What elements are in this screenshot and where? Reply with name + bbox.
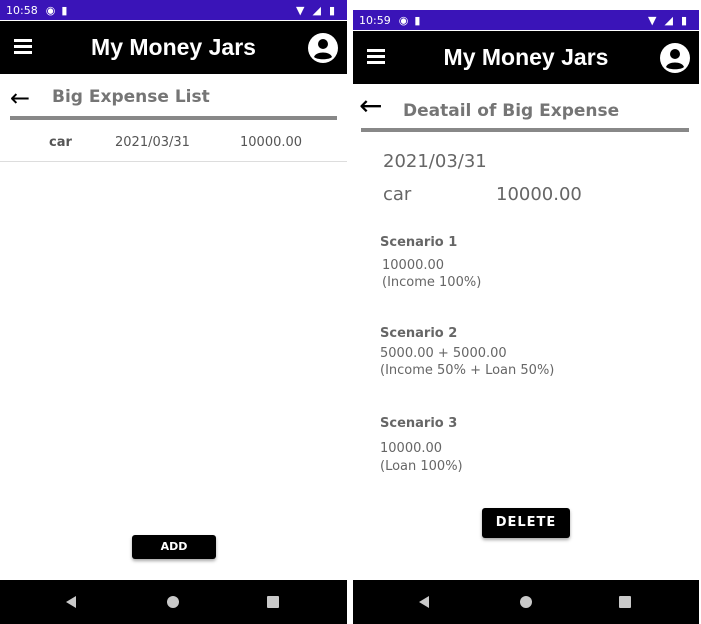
square-recents-icon[interactable]: [267, 596, 279, 608]
header-divider: [361, 128, 689, 132]
detail-date: 2021/03/31: [383, 151, 487, 172]
sd-card-icon: ▮: [414, 13, 421, 27]
expense-amount: 10000.00: [240, 135, 303, 150]
scenario-3-amount: 10000.00: [380, 441, 443, 456]
status-bar: 10:58 ◉ ▮ ▼ ◢ ▮: [0, 0, 347, 20]
navigation-bar: [0, 580, 347, 624]
app-title: My Money Jars: [91, 34, 256, 60]
list-item[interactable]: car 2021/03/31 10000.00: [0, 122, 347, 162]
status-bar: 10:59 ◉ ▮ ▼ ◢ ▮: [353, 10, 699, 30]
wifi-icon: ▼: [648, 13, 657, 27]
scenario-1-breakdown: (Income 100%): [382, 275, 482, 290]
scenario-3-title: Scenario 3: [380, 416, 458, 431]
expense-name: car: [49, 135, 72, 150]
status-indicators: ▼ ◢ ▮: [296, 5, 341, 16]
add-button[interactable]: ADD: [132, 535, 216, 559]
account-circle-icon[interactable]: [307, 32, 339, 64]
status-time: 10:58: [6, 3, 38, 17]
app-bar: My Money Jars: [0, 21, 347, 74]
app-title: My Money Jars: [443, 44, 609, 70]
sd-card-icon: ▮: [61, 3, 68, 17]
arrow-left-icon[interactable]: ←: [10, 86, 30, 110]
triangle-back-icon[interactable]: [66, 596, 76, 608]
scenario-2-amount: 5000.00 + 5000.00: [380, 346, 507, 361]
status-time: 10:59: [359, 13, 391, 27]
delete-button[interactable]: DELETE: [482, 508, 570, 538]
arrow-left-icon[interactable]: ←: [359, 92, 382, 120]
battery-icon: ▮: [680, 13, 687, 27]
page-title: Deatail of Big Expense: [403, 101, 620, 121]
scenario-3-breakdown: (Loan 100%): [380, 459, 463, 474]
detail-amount: 10000.00: [496, 184, 582, 205]
signal-icon: ◢: [312, 3, 321, 17]
big-expense-detail-screen: 10:59 ◉ ▮ ▼ ◢ ▮ My Money Jars ← Deatail …: [353, 10, 699, 624]
header-divider: [10, 116, 337, 120]
square-recents-icon[interactable]: [619, 596, 631, 608]
status-indicators: ▼ ◢ ▮: [648, 15, 693, 26]
account-circle-icon[interactable]: [659, 42, 691, 74]
page-header: ← Deatail of Big Expense: [359, 92, 689, 130]
scenario-2-breakdown: (Income 50% + Loan 50%): [380, 363, 555, 378]
page-title: Big Expense List: [52, 87, 210, 107]
scenario-1-title: Scenario 1: [380, 235, 458, 250]
circle-home-icon[interactable]: [520, 596, 532, 608]
scenario-2-title: Scenario 2: [380, 326, 458, 341]
navigation-bar: [353, 580, 699, 624]
expense-date: 2021/03/31: [115, 135, 190, 150]
wifi-icon: ▼: [296, 3, 305, 17]
battery-icon: ▮: [328, 3, 335, 17]
notification-icon: ◉: [398, 13, 409, 27]
notification-icon: ◉: [45, 3, 56, 17]
app-bar: My Money Jars: [353, 31, 699, 84]
scenario-1-amount: 10000.00: [382, 258, 445, 273]
circle-home-icon[interactable]: [167, 596, 179, 608]
big-expense-list-screen: 10:58 ◉ ▮ ▼ ◢ ▮ My Money Jars ← Big Expe…: [0, 0, 347, 624]
detail-name: car: [383, 184, 412, 205]
signal-icon: ◢: [664, 13, 673, 27]
triangle-back-icon[interactable]: [419, 596, 429, 608]
